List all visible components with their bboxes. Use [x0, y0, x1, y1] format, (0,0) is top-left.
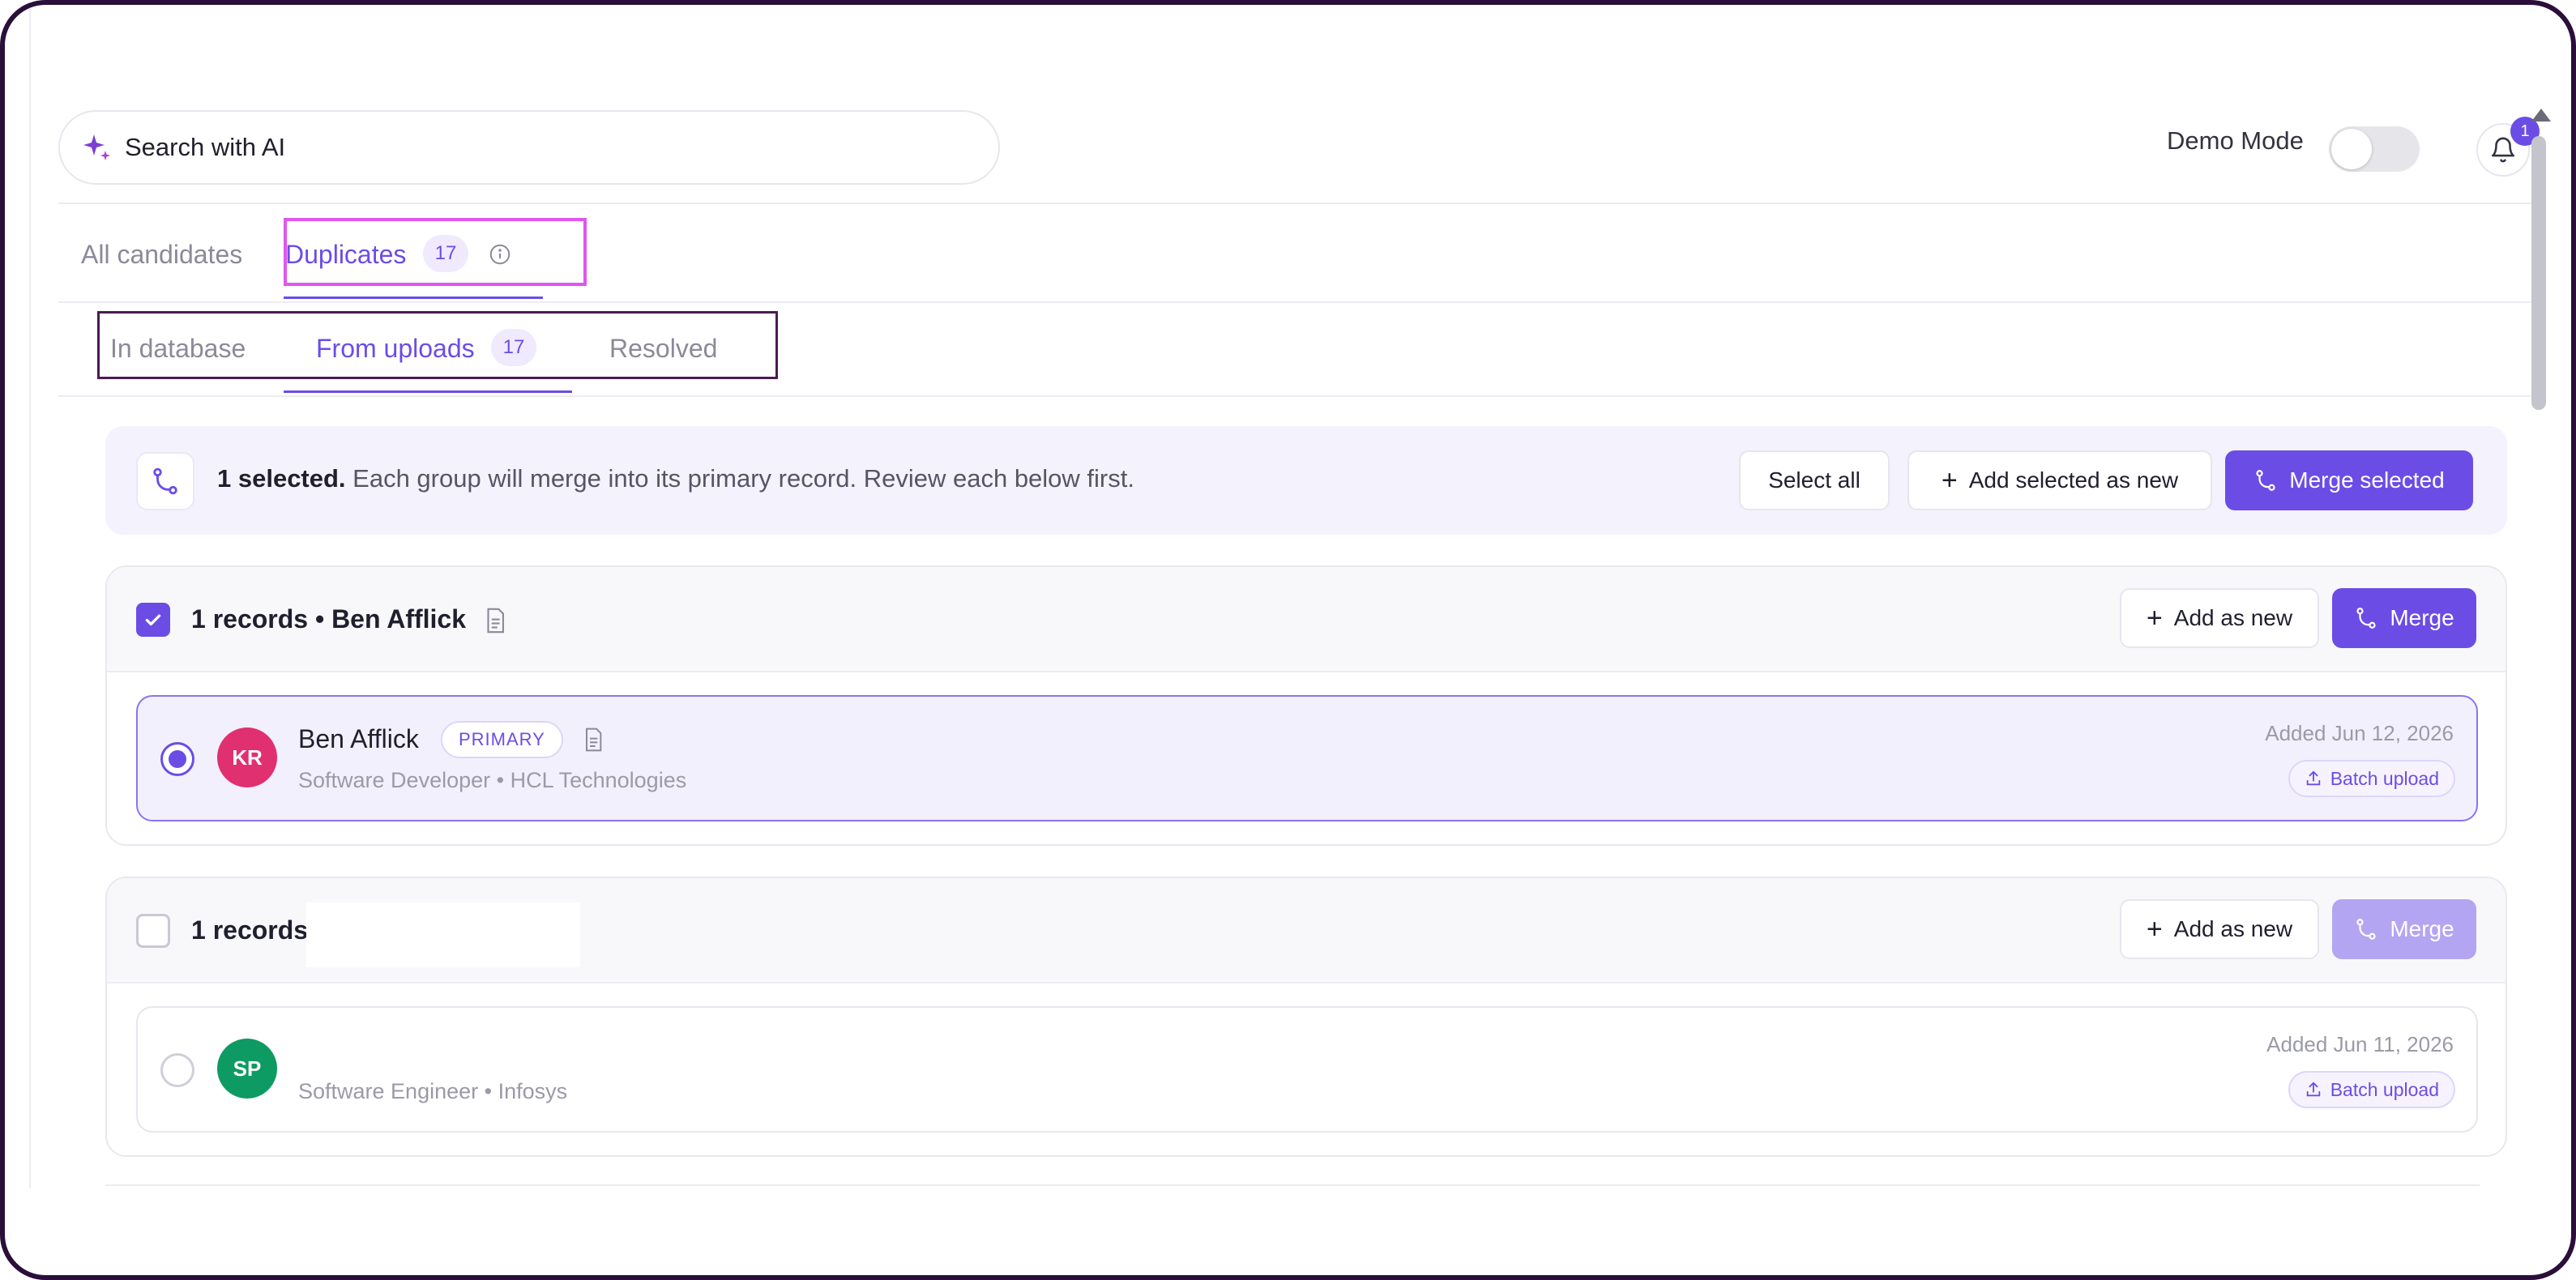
group-header: 1 records + Add as new Merge	[107, 878, 2506, 983]
candidate-subtitle: Software Engineer • Infosys	[298, 1079, 568, 1103]
demo-mode-toggle[interactable]	[2329, 126, 2420, 172]
duplicate-group: 1 records + Add as new Merge SP Software…	[105, 877, 2507, 1157]
merge-icon	[2356, 919, 2376, 940]
group-title: 1 records	[191, 915, 309, 945]
sparkle-icon	[81, 131, 113, 164]
select-all-button[interactable]: Select all	[1739, 450, 1890, 510]
group-title: 1 records • Ben Afflick	[191, 604, 467, 634]
add-as-new-button[interactable]: + Add as new	[2120, 588, 2319, 648]
batch-upload-label: Batch upload	[2330, 1078, 2439, 1100]
window-frame: Search with AI Demo Mode 1 All candidate…	[0, 0, 2576, 1280]
merge-label: Merge	[2390, 916, 2454, 941]
divider	[58, 301, 2546, 303]
divider	[58, 395, 2546, 397]
primary-radio[interactable]	[160, 1053, 194, 1087]
toggle-knob	[2331, 129, 2372, 169]
add-selected-as-new-button[interactable]: + Add selected as new	[1907, 450, 2212, 510]
merge-label: Merge	[2390, 605, 2454, 630]
duplicate-group: 1 records • Ben Afflick + Add as new Mer…	[105, 565, 2507, 846]
added-date: Added Jun 12, 2026	[2265, 721, 2454, 745]
batch-upload-badge: Batch upload	[2288, 1071, 2455, 1108]
app-content: Search with AI Demo Mode 1 All candidate…	[29, 5, 2546, 1188]
scroll-thumb[interactable]	[2531, 136, 2546, 410]
subtab-from-uploads-underline	[284, 390, 572, 393]
annotation-highlight-duplicates	[284, 218, 587, 286]
document-icon[interactable]	[481, 606, 509, 639]
add-as-new-button[interactable]: + Add as new	[2120, 899, 2319, 959]
merge-icon	[2256, 470, 2275, 491]
group-checkbox[interactable]	[136, 914, 170, 948]
merge-selected-label: Merge selected	[2289, 467, 2445, 493]
batch-upload-label: Batch upload	[2330, 767, 2439, 789]
selection-count: 1 selected.	[217, 464, 346, 493]
merge-button[interactable]: Merge	[2332, 588, 2476, 648]
upload-icon	[2306, 770, 2320, 786]
vertical-scrollbar[interactable]	[2528, 100, 2551, 1186]
group-header: 1 records • Ben Afflick + Add as new Mer…	[107, 567, 2506, 672]
selection-hint: Each group will merge into its primary r…	[345, 464, 1134, 493]
add-selected-label: Add selected as new	[1968, 467, 2179, 493]
plus-icon: +	[2146, 914, 2163, 945]
avatar: SP	[217, 1039, 277, 1099]
select-all-label: Select all	[1768, 467, 1860, 493]
primary-badge: PRIMARY	[441, 721, 563, 758]
selection-summary: 1 selected. Each group will merge into i…	[217, 464, 1134, 493]
group-checkbox[interactable]	[136, 603, 170, 637]
divider	[58, 203, 2546, 204]
redacted-name-area	[306, 902, 580, 967]
merge-icon	[136, 452, 194, 510]
primary-radio[interactable]	[160, 742, 194, 776]
search-placeholder: Search with AI	[125, 133, 286, 161]
candidate-record[interactable]: SP Software Engineer • Infosys Added Jun…	[136, 1006, 2478, 1133]
next-group-edge	[105, 1184, 2480, 1186]
annotation-highlight-subtabs	[97, 311, 778, 379]
merge-selected-button[interactable]: Merge selected	[2225, 450, 2473, 510]
ai-search-input[interactable]: Search with AI	[58, 110, 1000, 185]
tab-duplicates-underline	[284, 297, 543, 299]
candidate-subtitle: Software Developer • HCL Technologies	[298, 768, 687, 792]
merge-icon	[2356, 608, 2376, 629]
plus-icon: +	[1941, 465, 1958, 496]
candidate-name: Ben Afflick	[298, 724, 419, 753]
check-icon	[145, 614, 161, 626]
add-as-new-label: Add as new	[2173, 605, 2293, 630]
merge-button[interactable]: Merge	[2332, 899, 2476, 959]
avatar: KR	[217, 727, 277, 787]
add-as-new-label: Add as new	[2173, 916, 2293, 941]
scroll-up-arrow-icon[interactable]	[2531, 109, 2551, 122]
added-date: Added Jun 11, 2026	[2266, 1032, 2454, 1056]
batch-upload-badge: Batch upload	[2288, 760, 2455, 797]
demo-mode-label: Demo Mode	[2167, 126, 2304, 155]
candidate-record[interactable]: KR Ben Afflick PRIMARY Software Develope…	[136, 695, 2478, 821]
selection-banner: 1 selected. Each group will merge into i…	[105, 426, 2507, 535]
document-icon[interactable]	[580, 726, 606, 757]
upload-icon	[2306, 1082, 2320, 1097]
plus-icon: +	[2146, 603, 2163, 634]
tab-all-candidates[interactable]: All candidates	[81, 240, 242, 270]
